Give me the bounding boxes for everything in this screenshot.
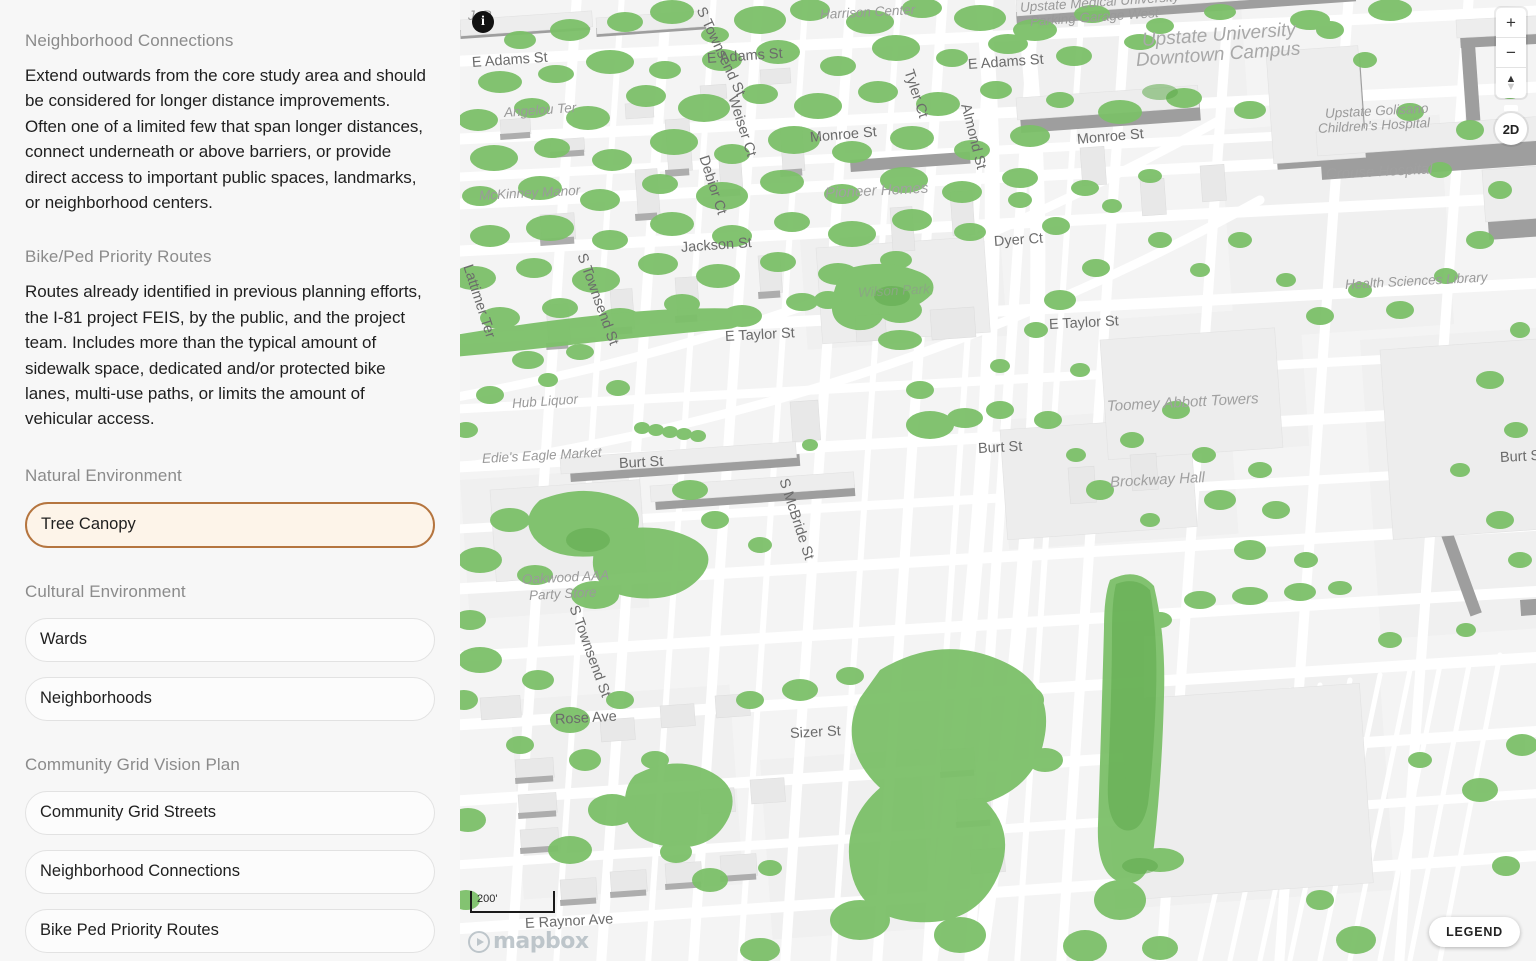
compass-icon[interactable]: ▲ ▼ [1496,68,1526,98]
layer-toggle-label: Tree Canopy [41,515,136,534]
layer-toggle-community-grid-streets[interactable]: Community Grid Streets [25,790,435,835]
layer-toggle-label: Community Grid Streets [40,803,217,822]
mapbox-wordmark: mapbox [493,929,589,954]
layer-toggle-bike-ped-priority-routes[interactable]: Bike Ped Priority Routes [25,908,435,953]
layer-toggle-label: Neighborhood Connections [40,862,240,881]
layer-toggle-wards[interactable]: Wards [25,617,435,662]
map-viewport[interactable]: J. PE Adams StE Adams StE Adams StHarris… [460,0,1536,961]
section-description: Routes already identified in previous pl… [25,282,422,429]
layer-sidebar: Neighborhood Connections Extend outwards … [0,0,460,961]
mapbox-logo[interactable]: mapbox [468,931,589,953]
layer-toggle-neighborhoods[interactable]: Neighborhoods [25,676,435,721]
section-title: Bike/Ped Priority Routes [25,247,212,267]
section-title: Neighborhood Connections [25,31,234,50]
layer-group-title: Natural Environment [25,465,182,485]
zoom-out-button[interactable]: − [1496,38,1526,68]
layer-group-title: Community Grid Vision Plan [25,754,240,774]
map-explorer-app: Neighborhood Connections Extend outwards … [0,0,1536,961]
layer-toggle-label: Neighborhoods [40,689,152,708]
map-tile-canvas [460,0,1536,961]
mapbox-mark-icon [468,931,490,953]
layer-toggle-neighborhood-connections[interactable]: Neighborhood Connections [25,849,435,894]
layer-group-title: Cultural Environment [25,581,186,601]
section-description: Extend outwards from the core study area… [25,66,426,213]
map-scale-bar: 200' [470,891,555,913]
layer-toggle-label: Wards [40,630,88,649]
legend-button[interactable]: LEGEND [1429,917,1520,947]
map-navigation-controls: + − ▲ ▼ [1496,8,1526,98]
scale-label: 200' [477,893,498,905]
layer-toggle-tree-canopy[interactable]: Tree Canopy [25,501,435,548]
layer-toggle-label: Bike Ped Priority Routes [40,921,219,940]
dimension-toggle-button[interactable]: 2D [1495,105,1527,145]
zoom-in-button[interactable]: + [1496,8,1526,38]
info-icon[interactable]: i [472,11,494,33]
